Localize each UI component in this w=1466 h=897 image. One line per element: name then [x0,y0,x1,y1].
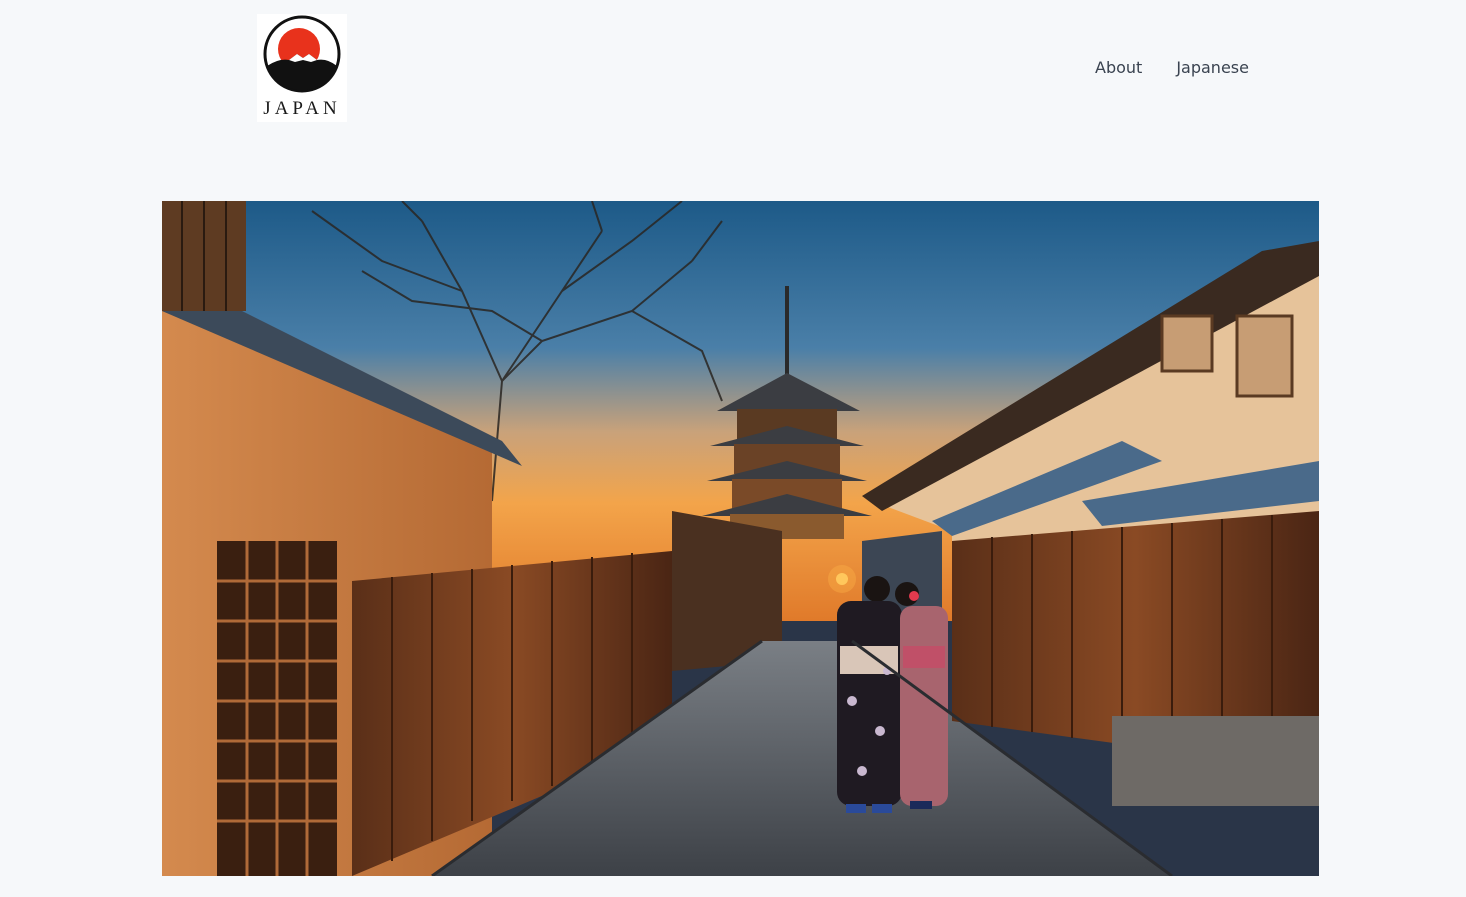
hero-image [162,201,1319,876]
nav-link-about[interactable]: About [1095,58,1142,78]
kyoto-street-pagoda-photo [162,201,1319,876]
main-nav: About Japanese [1095,58,1249,78]
nav-link-japanese[interactable]: Japanese [1176,58,1249,78]
logo-wordmark: JAPAN [263,98,341,119]
site-logo[interactable]: JAPAN [257,14,347,122]
